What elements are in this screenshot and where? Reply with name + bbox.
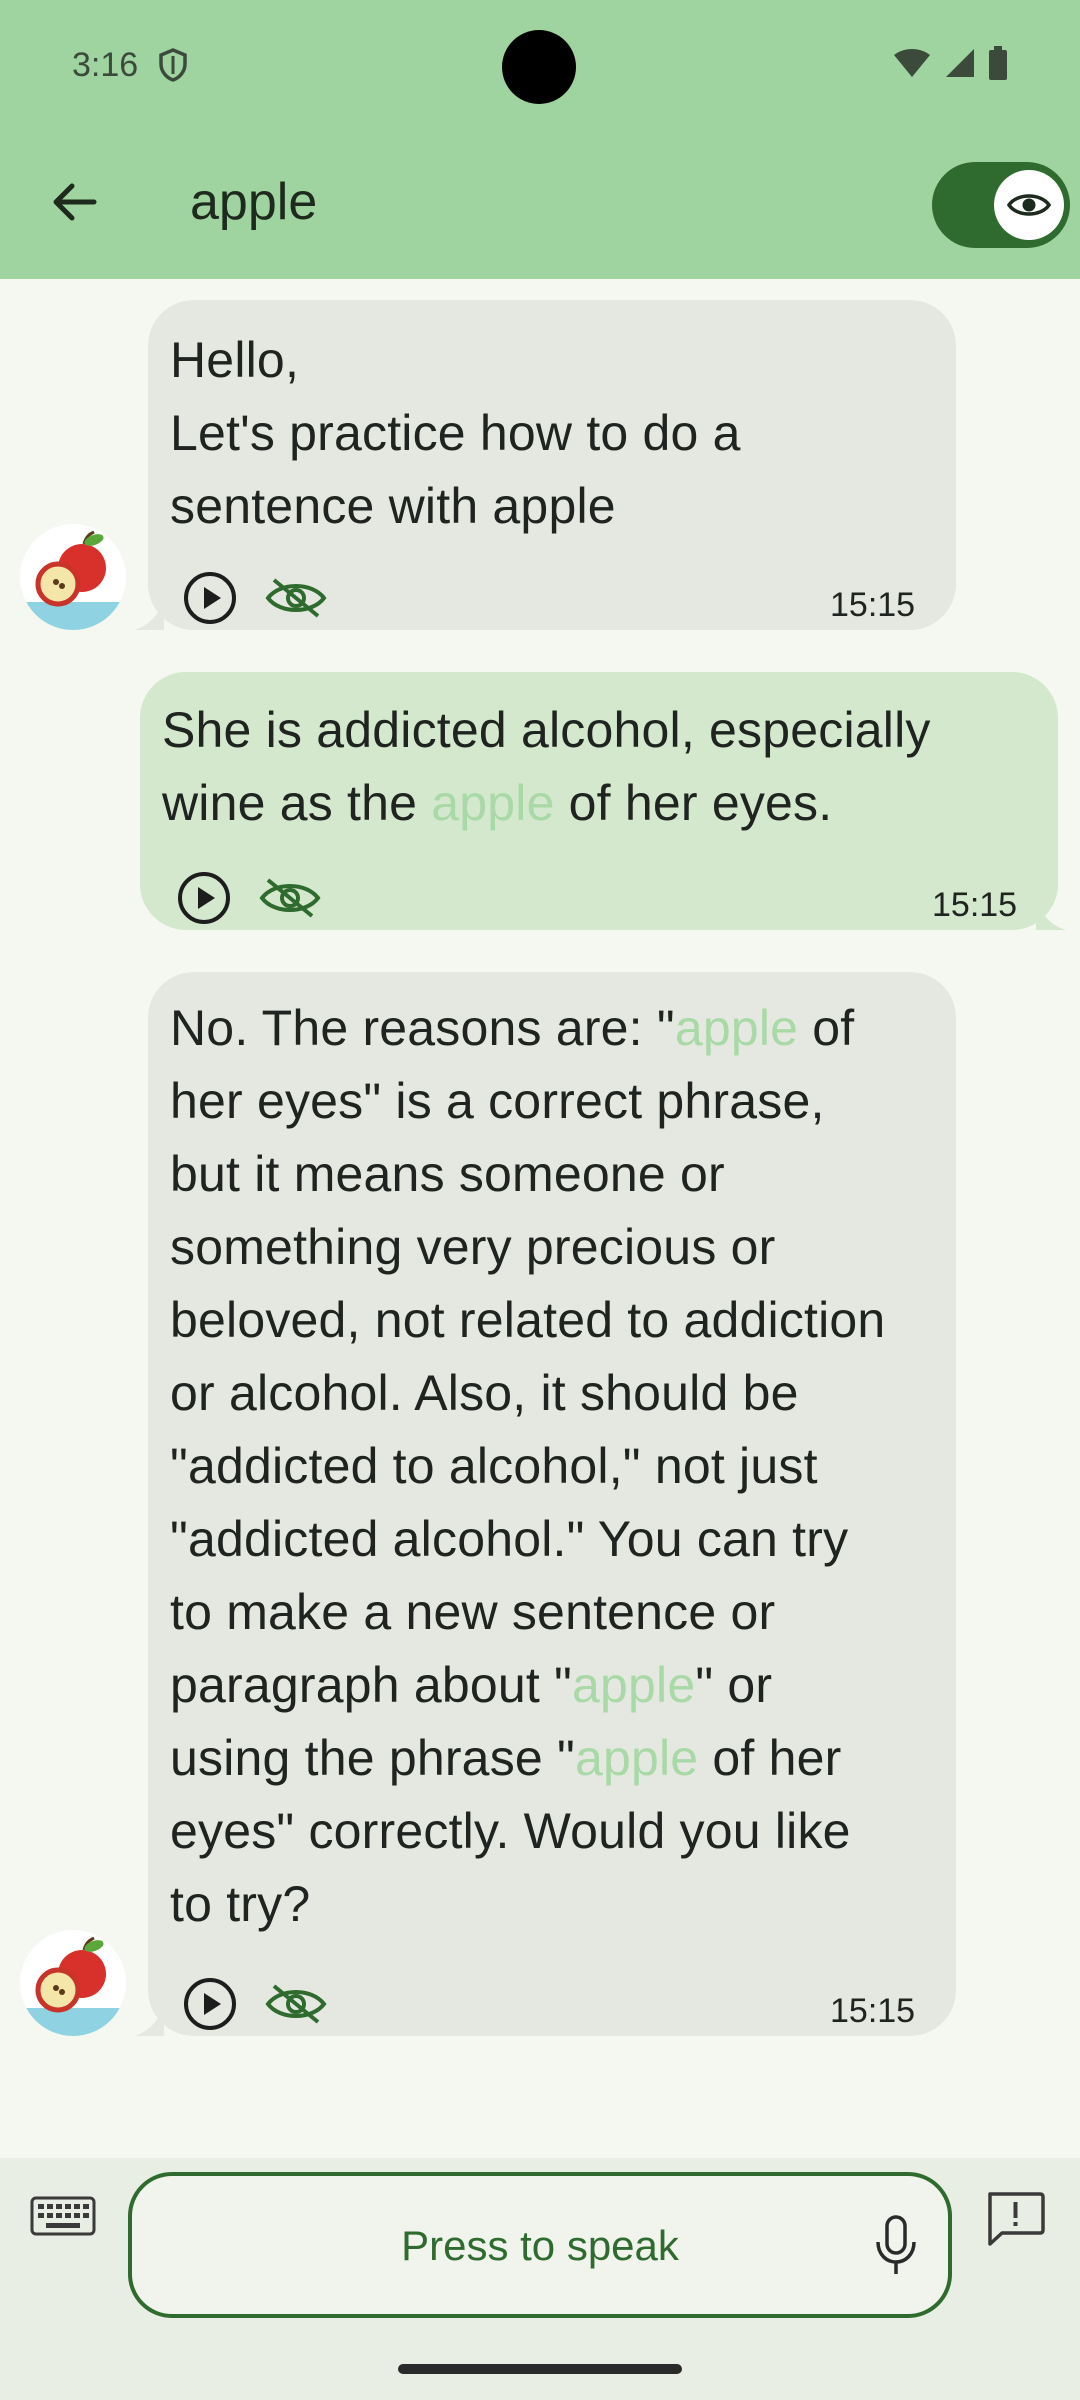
eye-off-icon [265, 578, 327, 618]
message-line: to try? [170, 1876, 311, 1932]
message-line: "addicted alcohol." You can try [170, 1511, 849, 1567]
battery-icon [989, 46, 1007, 80]
message-time: 15:15 [830, 1992, 916, 2030]
play-button[interactable] [182, 570, 238, 630]
visibility-toggle[interactable] [932, 162, 1070, 248]
avatar [20, 1930, 126, 2036]
toggle-knob [994, 170, 1064, 240]
feedback-icon [988, 2192, 1045, 2246]
highlighted-word: apple [574, 1730, 699, 1786]
status-time: 3:16 [72, 46, 139, 84]
avatar [20, 524, 126, 630]
message-line: Hello, [170, 332, 300, 388]
back-button[interactable] [44, 172, 104, 232]
message-actions [182, 1976, 328, 2036]
hide-text-button[interactable] [258, 876, 322, 924]
wifi-icon [894, 49, 930, 77]
message-actions [182, 570, 328, 630]
shield-icon [158, 48, 188, 86]
message-line: No. The reasons are: "apple of [170, 1000, 855, 1056]
keyboard-button[interactable] [30, 2194, 96, 2250]
play-button[interactable] [176, 870, 232, 930]
eye-off-icon [259, 878, 321, 918]
highlighted-word: apple [431, 775, 555, 831]
message-line: Let's practice how to do a [170, 405, 741, 461]
home-indicator [398, 2364, 682, 2374]
message-time: 15:15 [830, 586, 916, 624]
press-to-speak-label: Press to speak [401, 2222, 679, 2269]
message-line: or alcohol. Also, it should be [170, 1365, 799, 1421]
hide-text-button[interactable] [264, 1982, 328, 2030]
message-line: beloved, not related to addiction [170, 1292, 886, 1348]
message-line: her eyes" is a correct phrase, [170, 1073, 825, 1129]
play-icon [184, 1978, 236, 2030]
message-line: using the phrase "apple of her [170, 1730, 842, 1786]
message-line: "addicted to alcohol," not just [170, 1438, 818, 1494]
message-line: She is addicted alcohol, especially [162, 702, 931, 758]
eye-off-icon [265, 1984, 327, 2024]
press-to-speak-button[interactable]: Press to speak [128, 2172, 952, 2318]
message-line: to make a new sentence or [170, 1584, 776, 1640]
keyboard-icon [30, 2196, 96, 2236]
hide-text-button[interactable] [264, 576, 328, 624]
message-actions [176, 870, 322, 930]
message-bubble-bot: No. The reasons are: "apple of her eyes"… [148, 972, 956, 2036]
message-line: but it means someone or [170, 1146, 725, 1202]
highlighted-word: apple [674, 1000, 799, 1056]
status-icons [892, 46, 1008, 80]
signal-icon [946, 49, 974, 77]
apple-icon [20, 1936, 126, 2036]
feedback-button[interactable] [984, 2190, 1046, 2252]
arrow-back-icon [53, 183, 97, 221]
message-line: paragraph about "apple" or [170, 1657, 773, 1713]
message-line: eyes" correctly. Would you like [170, 1803, 851, 1859]
camera-cutout [502, 30, 576, 104]
play-icon [184, 572, 236, 624]
eye-icon [1007, 194, 1051, 216]
message-line: something very precious or [170, 1219, 776, 1275]
message-line: sentence with apple [170, 478, 616, 534]
play-button[interactable] [182, 1976, 238, 2036]
message-time: 15:15 [932, 886, 1018, 924]
microphone-icon [876, 2215, 916, 2274]
play-icon [178, 872, 230, 924]
highlighted-word: apple [572, 1657, 696, 1713]
page-title: apple [190, 173, 318, 231]
apple-icon [20, 530, 126, 630]
message-line: wine as the apple of her eyes. [162, 775, 833, 831]
